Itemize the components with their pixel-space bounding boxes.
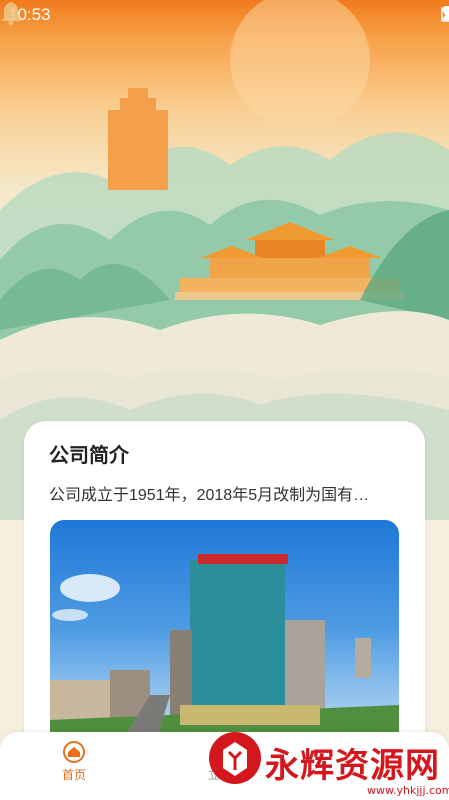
- watermark-url: www.yhkjjj.com: [367, 784, 449, 797]
- home-icon: [63, 741, 85, 763]
- tab-home[interactable]: 首页: [24, 740, 124, 783]
- tower: [108, 88, 168, 190]
- status-bar: 10:53: [0, 0, 449, 30]
- company-intro-card[interactable]: 公司简介 公司成立于1951年，2018年5月改制为国有…: [24, 421, 425, 761]
- watermark: 永辉资源网 www.yhkjjj.com: [205, 724, 449, 800]
- card-title: 公司简介: [49, 445, 129, 467]
- card-summary: 公司成立于1951年，2018年5月改制为国有…: [49, 487, 370, 504]
- tab-home-label: 首页: [61, 768, 86, 782]
- watermark-logo-icon: [209, 732, 261, 784]
- watermark-text: 永辉资源网: [265, 746, 440, 786]
- battery-icon: [441, 6, 449, 22]
- bell-icon[interactable]: [0, 0, 22, 26]
